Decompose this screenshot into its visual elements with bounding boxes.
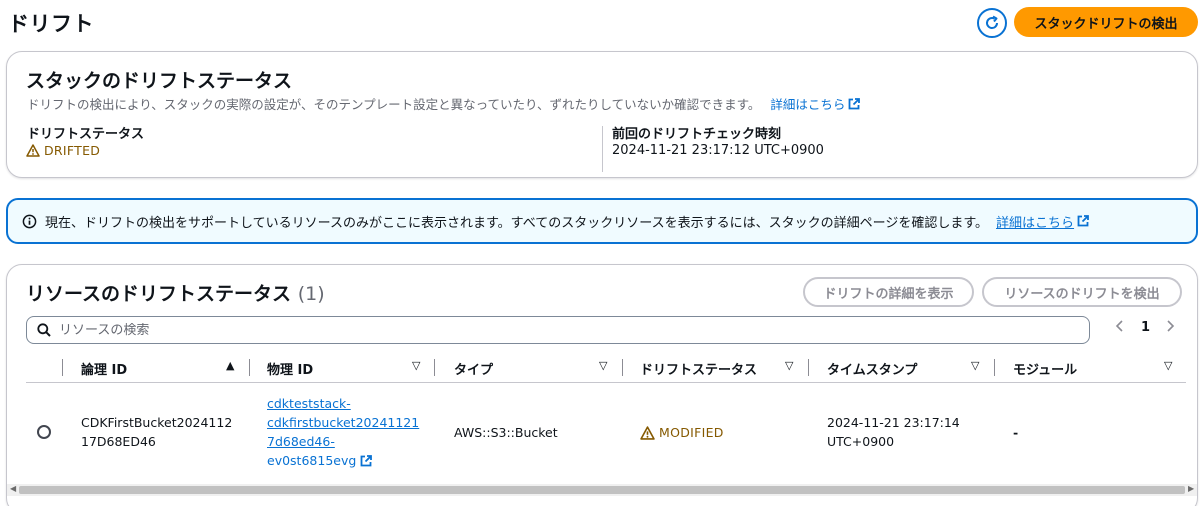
- current-page-number[interactable]: 1: [1141, 320, 1150, 335]
- info-learn-more-link[interactable]: 詳細はこちら: [996, 212, 1089, 231]
- drift-status-text: MODIFIED: [659, 425, 724, 440]
- horizontal-scrollbar[interactable]: ◀ ▶: [7, 484, 1197, 496]
- stack-drift-status-panel: スタックのドリフトステータス ドリフトの検出により、スタックの実際の設定が、その…: [6, 51, 1198, 178]
- timestamp-line: UTC+0900: [827, 434, 895, 449]
- logical-id-line: 17D68ED46: [81, 434, 156, 449]
- column-separator: [622, 359, 623, 376]
- description-text: ドリフトの検出により、スタックの実際の設定が、そのテンプレート設定と異なっていた…: [27, 97, 761, 112]
- sort-icon[interactable]: ▽: [599, 359, 607, 372]
- page-title: ドリフト: [8, 12, 94, 36]
- previous-page-button[interactable]: [1115, 320, 1125, 336]
- external-link-icon: [848, 97, 861, 109]
- logical-id-cell: CDKFirstBucket2024112 17D68ED46: [81, 413, 232, 451]
- last-check-value: 2024-11-21 23:17:12 UTC+0900: [612, 143, 824, 158]
- row-select-radio[interactable]: [37, 425, 51, 439]
- info-icon: [22, 214, 37, 228]
- next-page-button[interactable]: [1165, 320, 1175, 336]
- physical-id-line-text: ev0st6815evg: [267, 453, 357, 468]
- detect-resource-drift-button[interactable]: リソースのドリフトを検出: [982, 277, 1182, 307]
- sort-ascending-icon[interactable]: ▲: [226, 359, 234, 372]
- column-header-module[interactable]: モジュール: [1013, 359, 1077, 378]
- learn-more-link-label: 詳細はこちら: [770, 97, 846, 112]
- logical-id-line: CDKFirstBucket2024112: [81, 415, 233, 430]
- column-header-logical-id[interactable]: 論理 ID: [81, 359, 127, 378]
- column-header-physical-id[interactable]: 物理 ID: [267, 359, 313, 378]
- info-learn-more-label: 詳細はこちら: [996, 215, 1075, 231]
- column-separator: [994, 359, 995, 376]
- sort-icon[interactable]: ▽: [1164, 359, 1172, 372]
- table-header: 論理 ID ▲ 物理 ID ▽ タイプ ▽ ドリフトステータス ▽ タイムスタン…: [26, 353, 1186, 383]
- physical-id-line: cdkfirstbucket20241121: [267, 415, 420, 430]
- detect-stack-drift-button[interactable]: スタックドリフトの検出: [1014, 7, 1198, 37]
- column-header-timestamp[interactable]: タイムスタンプ: [827, 359, 917, 378]
- view-drift-details-button[interactable]: ドリフトの詳細を表示: [803, 277, 974, 307]
- external-link-icon: [360, 454, 373, 466]
- drift-status-value: DRIFTED: [26, 143, 100, 161]
- physical-id-line: 7d68ed46-: [267, 434, 335, 449]
- sort-icon[interactable]: ▽: [785, 359, 793, 372]
- warning-icon: [640, 425, 655, 440]
- external-link-icon: [1077, 215, 1089, 227]
- info-alert: 現在、ドリフトの検出をサポートしているリソースのみがここに表示されます。すべての…: [6, 198, 1198, 244]
- learn-more-link[interactable]: 詳細はこちら: [770, 94, 861, 113]
- resource-search-input[interactable]: [59, 322, 959, 338]
- column-separator: [249, 359, 250, 376]
- resource-drift-status-panel: リソースのドリフトステータス (1) ドリフトの詳細を表示 リソースのドリフトを…: [6, 264, 1198, 506]
- sort-icon[interactable]: ▽: [971, 359, 979, 372]
- warning-icon: [26, 144, 40, 157]
- column-header-type[interactable]: タイプ: [454, 359, 493, 378]
- physical-id-line: ev0st6815evg: [267, 451, 373, 470]
- stack-drift-status-heading: スタックのドリフトステータス: [26, 70, 293, 92]
- drift-status-cell: MODIFIED: [640, 423, 724, 445]
- drift-status-text: DRIFTED: [44, 143, 101, 158]
- scroll-right-arrow-icon[interactable]: ▶: [1188, 484, 1194, 493]
- chevron-right-icon: [1167, 320, 1175, 332]
- scroll-left-arrow-icon[interactable]: ◀: [10, 484, 16, 493]
- resource-drift-heading: リソースのドリフトステータス (1): [26, 279, 325, 306]
- column-separator: [62, 359, 63, 376]
- last-check-label: 前回のドリフトチェック時刻: [612, 127, 782, 142]
- column-divider: [602, 126, 603, 172]
- column-header-drift-status[interactable]: ドリフトステータス: [640, 359, 757, 378]
- stack-drift-description: ドリフトの検出により、スタックの実際の設定が、そのテンプレート設定と異なっていた…: [27, 94, 861, 113]
- timestamp-cell: 2024-11-21 23:17:14 UTC+0900: [827, 413, 960, 451]
- scrollbar-thumb[interactable]: [19, 486, 1185, 494]
- drift-status-label: ドリフトステータス: [27, 127, 145, 142]
- column-separator: [434, 359, 435, 376]
- chevron-left-icon: [1115, 320, 1123, 332]
- timestamp-line: 2024-11-21 23:17:14: [827, 415, 960, 430]
- resource-search[interactable]: [26, 316, 1090, 344]
- module-cell: -: [1013, 425, 1019, 440]
- column-separator: [808, 359, 809, 376]
- resource-count: (1): [297, 283, 325, 305]
- search-icon: [37, 323, 51, 337]
- info-alert-message: 現在、ドリフトの検出をサポートしているリソースのみがここに表示されます。すべての…: [45, 215, 989, 231]
- refresh-button[interactable]: [977, 8, 1007, 38]
- resource-drift-heading-text: リソースのドリフトステータス: [26, 283, 292, 305]
- sort-icon[interactable]: ▽: [412, 359, 420, 372]
- refresh-icon: [986, 15, 999, 29]
- physical-id-link[interactable]: cdkteststack- cdkfirstbucket20241121 7d6…: [267, 394, 419, 470]
- physical-id-line: cdkteststack-: [267, 396, 351, 411]
- type-cell: AWS::S3::Bucket: [454, 425, 558, 440]
